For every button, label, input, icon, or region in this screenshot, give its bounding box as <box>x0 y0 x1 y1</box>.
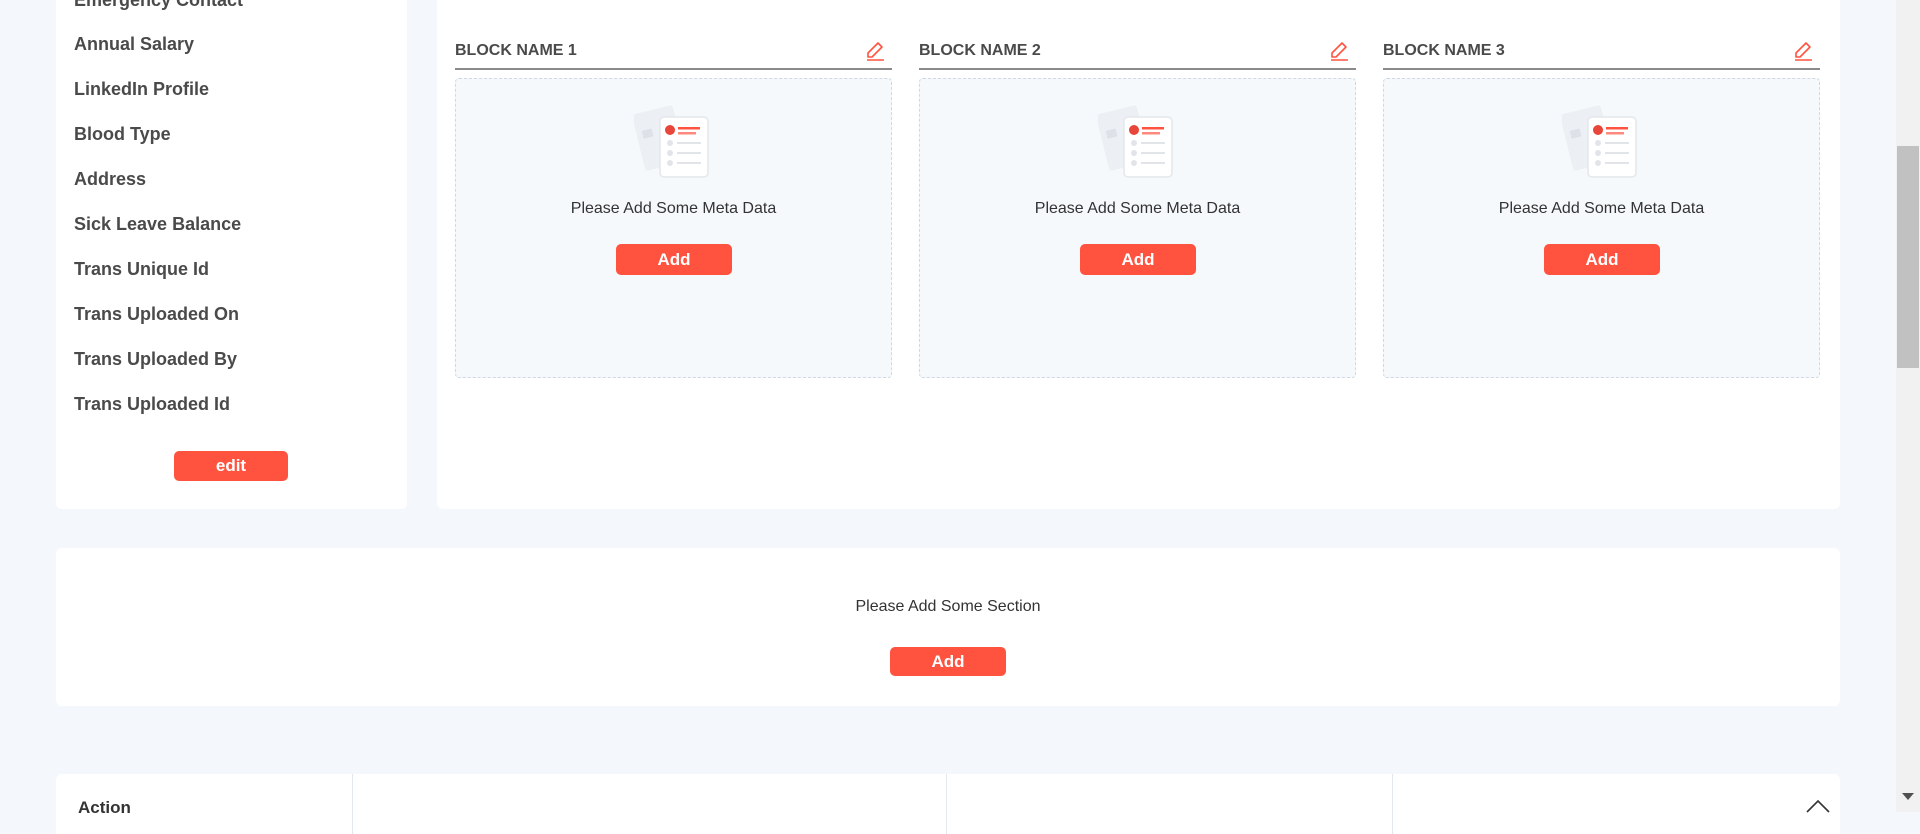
field-item-annual-salary[interactable]: Annual Salary <box>74 34 194 55</box>
document-illustration-icon <box>634 105 709 178</box>
add-meta-button[interactable]: Add <box>1080 244 1196 275</box>
block-empty-area: Please Add Some Meta Data Add <box>455 78 892 378</box>
field-item-trans-uploaded-on[interactable]: Trans Uploaded On <box>74 304 239 325</box>
pencil-icon[interactable] <box>1328 40 1350 62</box>
field-list-panel: Emergency Contact Annual Salary LinkedIn… <box>56 0 407 509</box>
field-item-emergency-contact[interactable]: Emergency Contact <box>74 0 243 11</box>
empty-meta-text: Please Add Some Meta Data <box>1034 200 1241 217</box>
field-item-address[interactable]: Address <box>74 169 146 190</box>
empty-section-text: Please Add Some Section <box>855 598 1041 615</box>
block-1: BLOCK NAME 1 Please Add Some Meta Data A… <box>455 38 892 378</box>
pencil-icon[interactable] <box>864 40 886 62</box>
edit-button[interactable]: edit <box>174 451 288 481</box>
block-2: BLOCK NAME 2 Please Add Some Meta Data A… <box>919 38 1356 378</box>
block-title: BLOCK NAME 2 <box>919 42 1041 59</box>
pencil-icon[interactable] <box>1792 40 1814 62</box>
section-empty-panel: Please Add Some Section Add <box>56 548 1840 706</box>
column-divider <box>946 774 947 834</box>
empty-meta-text: Please Add Some Meta Data <box>1498 200 1705 217</box>
field-item-trans-uploaded-by[interactable]: Trans Uploaded By <box>74 349 237 370</box>
block-empty-area: Please Add Some Meta Data Add <box>919 78 1356 378</box>
vertical-scrollbar[interactable] <box>1896 0 1920 812</box>
action-panel: Action <box>56 774 1840 834</box>
block-header: BLOCK NAME 1 <box>455 38 892 70</box>
blocks-panel: BLOCK NAME 1 Please Add Some Meta Data A… <box>437 0 1840 509</box>
block-title: BLOCK NAME 3 <box>1383 42 1505 59</box>
field-item-trans-uploaded-id[interactable]: Trans Uploaded Id <box>74 394 230 415</box>
document-illustration-icon <box>1562 105 1637 178</box>
scroll-down-arrow-icon[interactable] <box>1902 793 1914 800</box>
block-3: BLOCK NAME 3 Please Add Some Meta Data A… <box>1383 38 1820 378</box>
field-item-sick-leave-balance[interactable]: Sick Leave Balance <box>74 214 241 235</box>
add-meta-button[interactable]: Add <box>616 244 732 275</box>
add-section-button[interactable]: Add <box>890 647 1006 676</box>
empty-meta-text: Please Add Some Meta Data <box>570 200 777 217</box>
block-header: BLOCK NAME 3 <box>1383 38 1820 70</box>
block-header: BLOCK NAME 2 <box>919 38 1356 70</box>
field-item-blood-type[interactable]: Blood Type <box>74 124 171 145</box>
document-illustration-icon <box>1098 105 1173 178</box>
block-title: BLOCK NAME 1 <box>455 42 577 59</box>
scrollbar-thumb[interactable] <box>1897 146 1919 368</box>
field-item-linkedin-profile[interactable]: LinkedIn Profile <box>74 79 209 100</box>
column-divider <box>352 774 353 834</box>
column-divider <box>1392 774 1393 834</box>
block-empty-area: Please Add Some Meta Data Add <box>1383 78 1820 378</box>
action-label: Action <box>78 798 131 817</box>
field-item-trans-unique-id[interactable]: Trans Unique Id <box>74 259 209 280</box>
add-meta-button[interactable]: Add <box>1544 244 1660 275</box>
